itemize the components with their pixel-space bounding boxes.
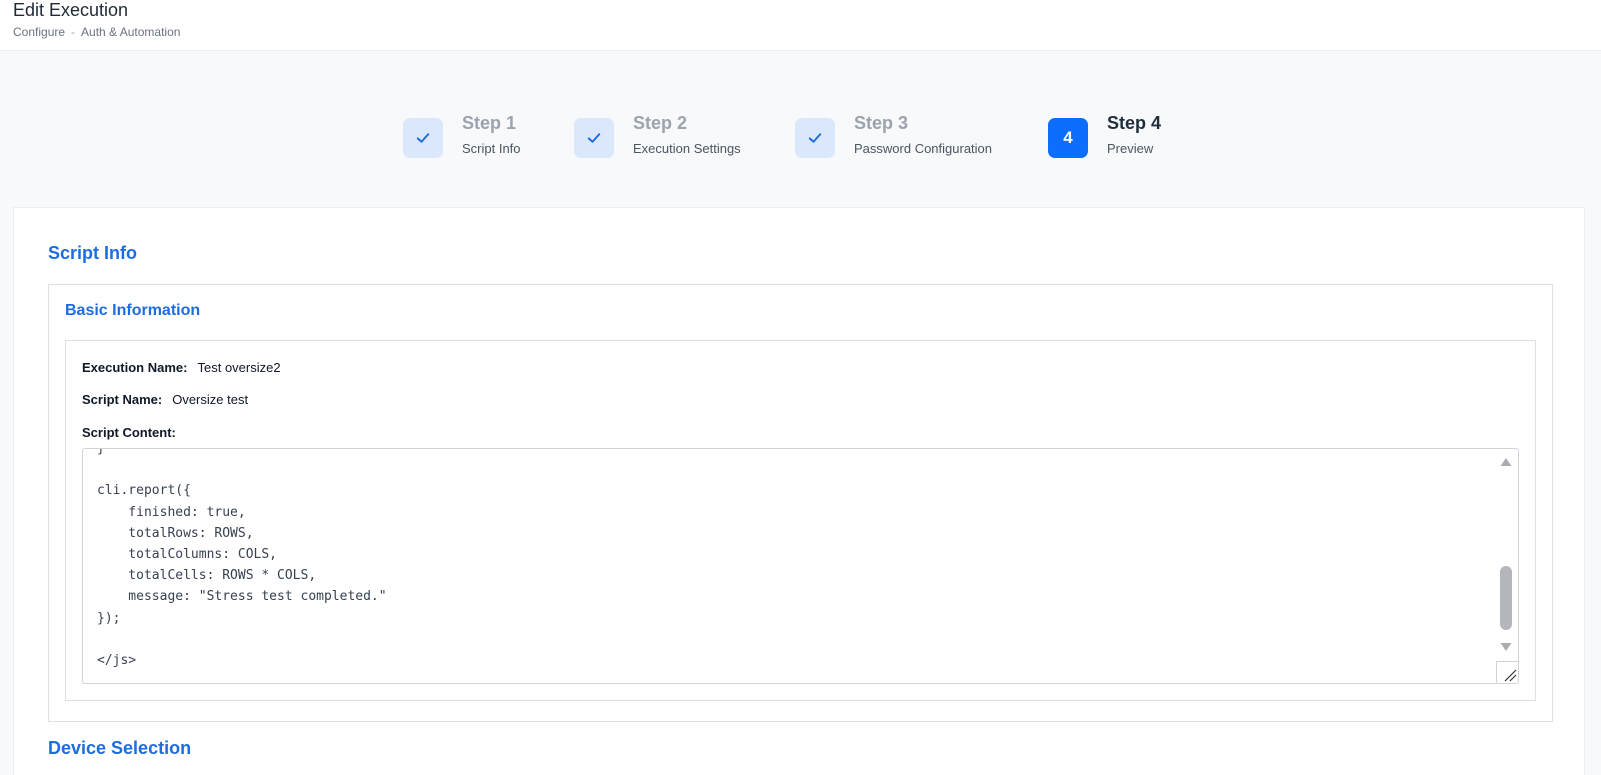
basic-information-heading: Basic Information — [65, 302, 201, 319]
script-info-heading: Script Info — [48, 243, 137, 263]
execution-name-value: Test oversize2 — [197, 360, 281, 375]
resize-handle[interactable] — [1496, 661, 1518, 683]
script-content-field: Script Content: — [82, 425, 186, 440]
check-icon — [416, 133, 430, 143]
step-1-badge — [403, 118, 443, 158]
step-4-title: Step 4 — [1107, 113, 1162, 133]
check-icon — [587, 133, 601, 143]
breadcrumb-separator: - — [71, 25, 76, 39]
step-2-subtitle: Execution Settings — [633, 141, 741, 156]
page-title: Edit Execution — [13, 0, 129, 20]
step-1-subtitle: Script Info — [462, 141, 521, 156]
execution-name-label: Execution Name: — [82, 360, 188, 375]
execution-name-field: Execution Name: Test oversize2 — [82, 360, 281, 375]
step-3-title: Step 3 — [854, 113, 909, 133]
step-2-title: Step 2 — [633, 113, 688, 133]
step-4-badge: 4 — [1048, 118, 1088, 158]
step-3-subtitle: Password Configuration — [854, 141, 993, 156]
breadcrumb: Configure - Auth & Automation — [13, 24, 180, 40]
scroll-down-arrow-icon[interactable] — [1500, 642, 1512, 652]
wizard-stepper: Step 1 Script Info Step 2 Execution Sett… — [0, 100, 1601, 175]
device-selection-heading: Device Selection — [48, 738, 192, 758]
step-3-badge — [795, 118, 835, 158]
check-icon — [808, 133, 822, 143]
script-content-label: Script Content: — [82, 425, 176, 440]
breadcrumb-item-configure[interactable]: Configure — [13, 24, 65, 40]
breadcrumb-item-auth-automation[interactable]: Auth & Automation — [81, 24, 180, 40]
script-name-label: Script Name: — [82, 392, 163, 407]
page-header: Edit Execution Configure - Auth & Automa… — [0, 0, 1601, 51]
script-content-textarea[interactable]: } cli.report({ finished: true, totalRows… — [82, 448, 1519, 684]
scroll-up-arrow-icon[interactable] — [1500, 457, 1512, 467]
preview-card: Script Info Basic Information Execution … — [13, 207, 1585, 775]
basic-information-body: Execution Name: Test oversize2 Script Nam… — [65, 340, 1536, 701]
step-1-title: Step 1 — [462, 113, 517, 133]
step-4-subtitle: Preview — [1107, 141, 1154, 156]
script-content-code: } cli.report({ finished: true, totalRows… — [97, 448, 387, 669]
basic-information-panel: Basic Information Execution Name: Test ov… — [48, 284, 1553, 722]
scrollbar-thumb[interactable] — [1500, 566, 1512, 630]
resize-grip-icon — [1504, 669, 1517, 682]
script-name-value: Oversize test — [172, 392, 249, 407]
step-2-badge — [574, 118, 614, 158]
script-name-field: Script Name: Oversize test — [82, 392, 248, 407]
